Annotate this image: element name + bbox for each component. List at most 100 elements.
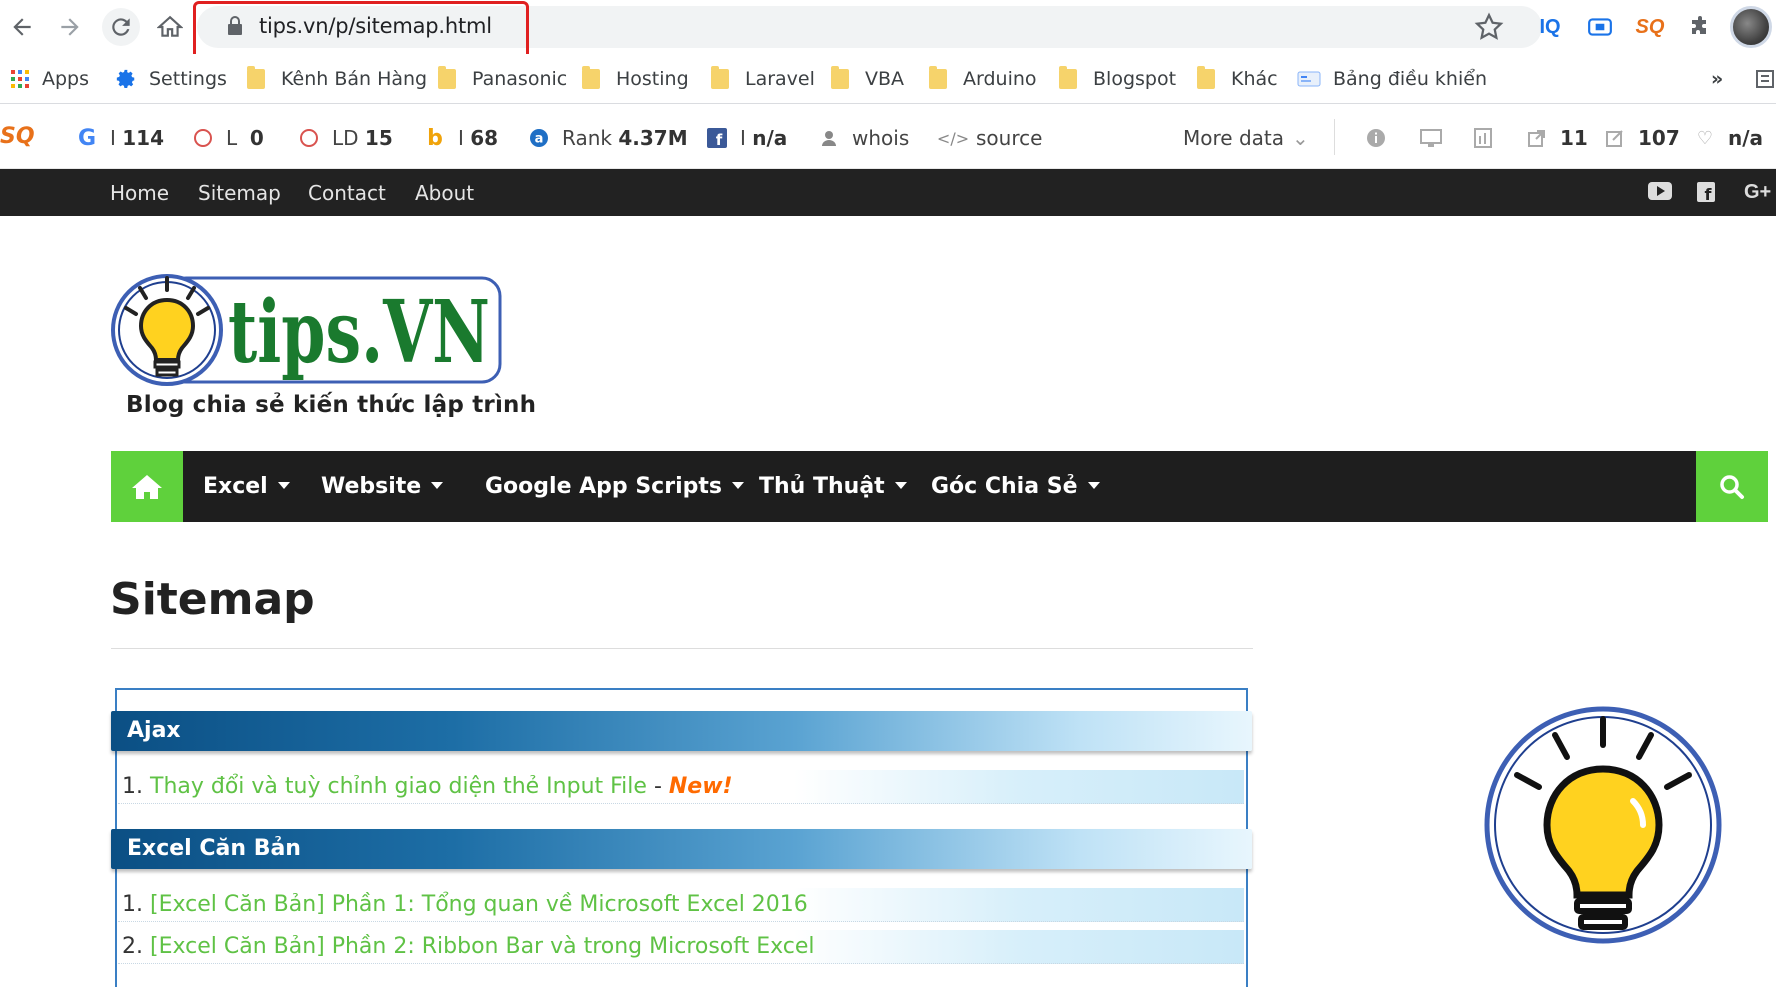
dashboard-icon <box>1297 70 1321 88</box>
forward-button[interactable] <box>51 8 89 46</box>
post-link[interactable]: [Excel Căn Bản] Phần 1: Tổng quan về Mic… <box>150 892 808 917</box>
caret-down-icon <box>731 481 744 489</box>
youtube-icon[interactable] <box>1648 182 1672 206</box>
seo-source[interactable]: </> source <box>937 125 1043 151</box>
seo-pages[interactable]: 107 <box>1604 125 1680 151</box>
folder-icon <box>929 66 947 89</box>
gear-icon <box>115 68 137 90</box>
profile-avatar[interactable] <box>1730 6 1772 48</box>
svg-text:a: a <box>535 132 544 147</box>
menu-google-app-scripts[interactable]: Google App Scripts <box>485 474 744 499</box>
seo-label: More data <box>1183 126 1284 150</box>
bookmark-bang-dieu-khien[interactable]: Bảng điều khiển <box>1297 64 1487 94</box>
post-link[interactable]: [Excel Căn Bản] Phần 2: Ribbon Bar và tr… <box>150 934 815 959</box>
circle-icon <box>192 127 214 149</box>
seo-label: L <box>226 126 238 150</box>
menu-goc-chia-se[interactable]: Góc Chia Sẻ <box>931 474 1100 499</box>
bookmark-khac[interactable]: Khác <box>1197 64 1278 94</box>
translate-extension-icon[interactable] <box>1585 12 1615 42</box>
google-plus-icon[interactable]: G+ <box>1744 181 1771 204</box>
menu-label: Thủ Thuật <box>759 474 885 499</box>
seo-value: 68 <box>470 126 499 150</box>
logo-tagline: Blog chia sẻ kiến thức lập trình <box>126 392 537 418</box>
iq-extension-icon[interactable]: IQ <box>1535 12 1565 42</box>
bookmark-apps[interactable]: Apps <box>10 64 89 94</box>
bookmark-label: Apps <box>42 68 90 90</box>
external-link-icon <box>1526 127 1548 149</box>
reload-button[interactable] <box>102 8 140 46</box>
seo-bing-index[interactable]: b I 68 <box>424 125 498 151</box>
bookmark-kenh-ban-hang[interactable]: Kênh Bán Hàng <box>247 64 427 94</box>
search-icon <box>1720 474 1744 499</box>
seo-label: I <box>458 126 464 150</box>
folder-icon <box>582 66 600 89</box>
seo-ld-links[interactable]: LD 15 <box>298 125 393 151</box>
topnav-about[interactable]: About <box>415 181 474 205</box>
seo-label: I <box>110 126 116 150</box>
seo-value: 15 <box>364 126 393 150</box>
person-icon <box>818 127 840 149</box>
seo-whois[interactable]: whois <box>818 125 909 151</box>
reload-icon <box>112 18 130 36</box>
bookmark-vba[interactable]: VBA <box>831 64 904 94</box>
seo-facebook[interactable]: f I n/a <box>706 125 787 151</box>
menu-thu-thuat[interactable]: Thủ Thuật <box>759 474 907 499</box>
bookmark-arduino[interactable]: Arduino <box>929 64 1037 94</box>
seo-l-links[interactable]: L 0 <box>192 125 264 151</box>
list-item: 1. Thay đổi và tuỳ chỉnh giao diện thẻ I… <box>118 770 1244 804</box>
topnav-contact[interactable]: Contact <box>308 181 386 205</box>
seoquake-extension-icon[interactable]: SQ <box>1635 12 1665 42</box>
folder-icon <box>247 66 265 89</box>
search-button[interactable] <box>1696 451 1768 522</box>
report-icon[interactable] <box>1474 125 1492 151</box>
seo-health[interactable]: ♡ n/a <box>1694 125 1763 151</box>
bookmark-label: Khác <box>1231 68 1278 90</box>
post-number: 2. <box>122 934 143 959</box>
caret-down-icon <box>277 481 290 489</box>
bookmarks-more-button[interactable]: » <box>1711 64 1723 94</box>
monitor-icon[interactable] <box>1420 125 1442 151</box>
home-browser-button[interactable] <box>151 8 189 46</box>
info-icon[interactable] <box>1366 125 1386 151</box>
bookmark-blogspot[interactable]: Blogspot <box>1059 64 1176 94</box>
svg-text:f: f <box>1705 185 1713 202</box>
bookmark-star-icon[interactable] <box>1474 12 1504 42</box>
facebook-icon[interactable]: f <box>1697 182 1715 208</box>
seo-google-index[interactable]: G I 114 <box>76 125 164 151</box>
bookmark-settings[interactable]: Settings <box>115 64 227 94</box>
menu-label: Website <box>321 474 422 499</box>
browser-toolbar: tips.vn/p/sitemap.html IQ SQ <box>0 0 1776 65</box>
topnav-home[interactable]: Home <box>110 181 169 205</box>
alexa-icon: a <box>528 127 550 149</box>
post-link[interactable]: Thay đổi và tuỳ chỉnh giao diện thẻ Inpu… <box>150 774 647 799</box>
reading-list-icon[interactable] <box>1756 64 1776 94</box>
topnav-sitemap[interactable]: Sitemap <box>198 181 281 205</box>
bookmark-panasonic[interactable]: Panasonic <box>438 64 567 94</box>
list-item: 2. [Excel Căn Bản] Phần 2: Ribbon Bar và… <box>118 930 1244 964</box>
folder-icon <box>831 66 849 89</box>
menu-excel[interactable]: Excel <box>203 474 290 499</box>
lightbulb-icon <box>1483 705 1723 945</box>
back-button[interactable] <box>3 8 41 46</box>
more-data-dropdown[interactable]: More data ⌄ <box>1183 125 1309 151</box>
seo-value: 11 <box>1560 126 1588 150</box>
seo-label: LD <box>332 126 359 150</box>
menu-website[interactable]: Website <box>321 474 444 499</box>
seoquake-toolbar: SQ G I 114 L 0 LD 15 b I 68 a Rank 4.37M… <box>0 105 1776 169</box>
seo-rank[interactable]: a Rank 4.37M <box>528 125 688 151</box>
site-logo[interactable]: tips.VN <box>110 270 504 390</box>
seo-value: n/a <box>1728 126 1764 150</box>
seo-external-links[interactable]: 11 <box>1526 125 1588 151</box>
seoquake-logo-icon[interactable]: SQ <box>0 123 35 149</box>
bookmark-laravel[interactable]: Laravel <box>711 64 815 94</box>
site-top-nav: Home Sitemap Contact About f G+ <box>0 169 1776 216</box>
puzzle-extension-icon[interactable] <box>1685 12 1715 42</box>
home-nav-button[interactable] <box>111 451 183 522</box>
seo-label: I <box>740 126 746 150</box>
house-icon <box>157 15 183 37</box>
heart-icon: ♡ <box>1696 127 1714 149</box>
google-icon: G <box>77 125 97 151</box>
category-header-excel-can-ban: Excel Căn Bản <box>111 829 1252 869</box>
bookmark-hosting[interactable]: Hosting <box>582 64 689 94</box>
post-number: 1. <box>122 892 143 917</box>
